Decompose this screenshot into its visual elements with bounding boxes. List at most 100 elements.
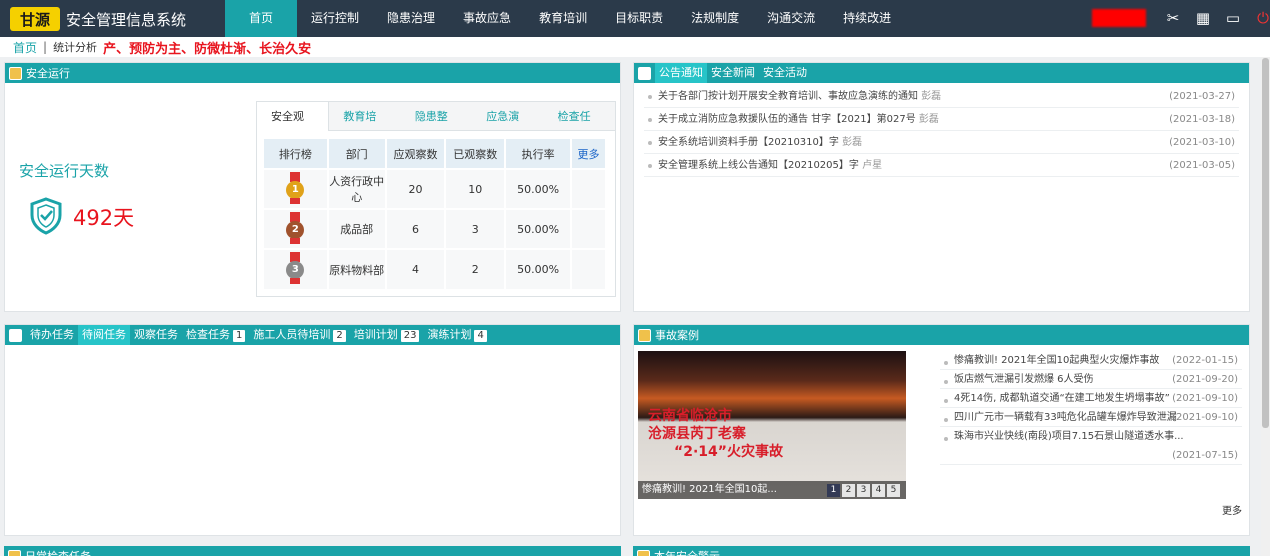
list-item[interactable]: 安全系统培训资料手册【20210310】字 彭磊 (2021-03-10) xyxy=(644,131,1239,154)
tab-training-plan[interactable]: 培训计划 23 xyxy=(350,325,424,345)
nav-communication[interactable]: 沟通交流 xyxy=(753,0,829,37)
panel-header: 本年安全警示 xyxy=(633,546,1250,556)
dept-cell: 成品部 xyxy=(327,208,387,249)
done-cell: 10 xyxy=(445,168,507,209)
panel-icon xyxy=(8,549,21,556)
power-icon[interactable]: ⏻ xyxy=(1254,9,1270,27)
breadcrumb-current[interactable]: 统计分析 xyxy=(53,39,97,55)
main-nav: 首页 运行控制 隐患治理 事故应急 教育培训 目标职责 法规制度 沟通交流 持续… xyxy=(225,0,905,37)
more-link[interactable]: 更多 xyxy=(571,139,607,169)
tab-safety-news[interactable]: 安全新闻 xyxy=(707,63,759,83)
page-2[interactable]: 2 xyxy=(842,484,855,497)
image-pager: 1 2 3 4 5 xyxy=(827,484,900,497)
bronze-medal-icon: 3 xyxy=(286,252,305,284)
app-title: 安全管理信息系统 xyxy=(66,11,187,29)
scrollbar-thumb[interactable] xyxy=(1262,58,1269,428)
column-header: 部门 xyxy=(327,139,387,169)
nav-regulations[interactable]: 法规制度 xyxy=(677,0,753,37)
safety-run-panel: 安全运行 安全运行天数 492天 安全观察 教育培训 隐患整改 应急演练 检查任… xyxy=(4,62,621,312)
column-header: 应观察数 xyxy=(385,139,447,169)
list-item[interactable]: 惨痛教训! 2021年全国10起典型火灾爆炸事故 (2022-01-15) xyxy=(940,351,1242,370)
tab-hazard-rectification[interactable]: 隐患整改 xyxy=(401,102,472,152)
tab-emergency-drill[interactable]: 应急演练 xyxy=(472,102,543,152)
page-3[interactable]: 3 xyxy=(857,484,870,497)
page-5[interactable]: 5 xyxy=(887,484,900,497)
due-cell: 20 xyxy=(385,168,447,209)
breadcrumb-home[interactable]: 首页 xyxy=(13,39,37,56)
column-header: 已观察数 xyxy=(445,139,507,169)
panel-title: 日常检查任务 xyxy=(25,548,91,556)
page-4[interactable]: 4 xyxy=(872,484,885,497)
ranking-tabs: 安全观察 教育培训 隐患整改 应急演练 检查任务 xyxy=(257,102,615,152)
tab-drill-plan[interactable]: 演练计划 4 xyxy=(423,325,490,345)
tab-inspection-task[interactable]: 检查任务 xyxy=(544,102,615,152)
ranking-box: 安全观察 教育培训 隐患整改 应急演练 检查任务 排行榜 部门 应观察数 已观察… xyxy=(256,101,616,297)
nav-emergency[interactable]: 事故应急 xyxy=(449,0,525,37)
tab-inspection[interactable]: 检查任务 1 xyxy=(182,325,249,345)
nav-operation[interactable]: 运行控制 xyxy=(297,0,373,37)
dept-cell: 人资行政中心 xyxy=(327,168,387,209)
panel-header: 待办任务 待阅任务 观察任务 检查任务 1 施工人员待培训 2 培训计划 23 演练计… xyxy=(5,325,620,345)
panel-icon xyxy=(9,66,22,80)
list-item[interactable]: 4死14伤, 成都轨道交通“在建工地发生坍塌事故” (2021-09-10) xyxy=(940,389,1242,408)
list-item[interactable]: 珠海市兴业快线(南段)项目7.15石景山隧道透水事... (2021-07-15) xyxy=(940,427,1242,465)
tab-worker-training[interactable]: 施工人员待培训 2 xyxy=(249,325,349,345)
more-link[interactable]: 更多 xyxy=(1222,502,1242,517)
message-icon[interactable]: ▭ xyxy=(1224,9,1242,27)
safety-days-label: 安全运行天数 xyxy=(19,162,110,180)
column-header: 排行榜 xyxy=(264,139,329,169)
top-bar: 甘源 安全管理信息系统 首页 运行控制 隐患治理 事故应急 教育培训 目标职责 … xyxy=(0,0,1270,37)
due-cell: 6 xyxy=(385,208,447,249)
rate-cell: 50.00% xyxy=(505,248,573,289)
user-name[interactable]: Dxxxxxxx xyxy=(1092,9,1146,27)
tab-todo[interactable]: 待办任务 xyxy=(26,325,78,345)
due-cell: 4 xyxy=(385,248,447,289)
page-1[interactable]: 1 xyxy=(827,484,840,497)
panel-icon xyxy=(637,549,650,556)
panel-icon xyxy=(9,328,22,342)
rate-cell: 50.00% xyxy=(505,168,573,209)
list-item[interactable]: 饭店燃气泄漏引发燃爆 6人受伤 (2021-09-20) xyxy=(940,370,1242,389)
panel-header: 公告通知 安全新闻 安全活动 xyxy=(634,63,1249,83)
panel-header: 安全运行 xyxy=(5,63,620,83)
silver-medal-icon: 2 xyxy=(286,211,305,244)
tools-icon[interactable]: ✂ xyxy=(1164,9,1182,27)
count-badge: 2 xyxy=(333,330,346,342)
panel-title: 事故案例 xyxy=(655,329,699,342)
ranking-table: 排行榜 部门 应观察数 已观察数 执行率 更多 1 人资行政中心 20 10 5… xyxy=(264,139,607,289)
done-cell: 3 xyxy=(445,208,507,249)
nav-home[interactable]: 首页 xyxy=(225,0,298,37)
tab-to-read[interactable]: 待阅任务 xyxy=(78,325,130,345)
nav-improvement[interactable]: 持续改进 xyxy=(829,0,905,37)
accident-image[interactable]: 云南省临沧市 沧源县芮丁老寨 “2·14”火灾事故 惨痛教训! 2021年全国1… xyxy=(638,351,906,499)
annual-warning-panel: 本年安全警示 xyxy=(633,546,1250,556)
accident-list: 惨痛教训! 2021年全国10起典型火灾爆炸事故 (2022-01-15) 饭店燃… xyxy=(940,351,1242,465)
count-badge: 23 xyxy=(400,330,420,342)
tasks-panel: 待办任务 待阅任务 观察任务 检查任务 1 施工人员待培训 2 培训计划 23 演练计… xyxy=(4,324,621,536)
panel-icon xyxy=(638,328,651,342)
done-cell: 2 xyxy=(445,248,507,289)
grid-icon[interactable]: ▦ xyxy=(1194,9,1212,27)
nav-hazard[interactable]: 隐患治理 xyxy=(373,0,449,37)
table-row: 2 成品部 6 3 50.00% xyxy=(264,208,607,249)
nav-training[interactable]: 教育培训 xyxy=(525,0,601,37)
notice-panel: 公告通知 安全新闻 安全活动 关于各部门按计划开展安全教育培训、事故应急演练的通… xyxy=(633,62,1250,312)
shield-check-icon xyxy=(30,197,62,235)
tab-announcements[interactable]: 公告通知 xyxy=(655,63,707,83)
nav-goals[interactable]: 目标职责 xyxy=(601,0,677,37)
panel-title: 安全运行 xyxy=(26,67,70,80)
list-item[interactable]: 关于成立消防应急救援队伍的通告 甘字【2021】第027号 彭磊 (2021-03… xyxy=(644,108,1239,131)
list-item[interactable]: 四川广元市一辆载有33吨危化品罐车爆炸导致泄漏 (2021-09-10) xyxy=(940,408,1242,427)
tab-safety-observation[interactable]: 安全观察 xyxy=(257,102,330,152)
breadcrumb-separator: | xyxy=(43,40,48,54)
tab-observation[interactable]: 观察任务 xyxy=(130,325,182,345)
safety-slogan: 产、预防为主、防微杜渐、长治久安 xyxy=(103,41,312,57)
safety-days-value: 492天 xyxy=(73,206,135,230)
tab-safety-activities[interactable]: 安全活动 xyxy=(759,63,811,83)
accident-panel: 事故案例 云南省临沧市 沧源县芮丁老寨 “2·14”火灾事故 惨痛教训! 202… xyxy=(633,324,1250,536)
list-item[interactable]: 安全管理系统上线公告通知【20210205】字 卢星 (2021-03-05) xyxy=(644,154,1239,177)
tab-education-training[interactable]: 教育培训 xyxy=(329,102,400,152)
list-item[interactable]: 关于各部门按计划开展安全教育培训、事故应急演练的通知 彭磊 (2021-03-27… xyxy=(644,85,1239,108)
daily-inspection-panel: 日常检查任务 xyxy=(4,546,621,556)
table-row: 3 原料物料部 4 2 50.00% xyxy=(264,248,607,289)
